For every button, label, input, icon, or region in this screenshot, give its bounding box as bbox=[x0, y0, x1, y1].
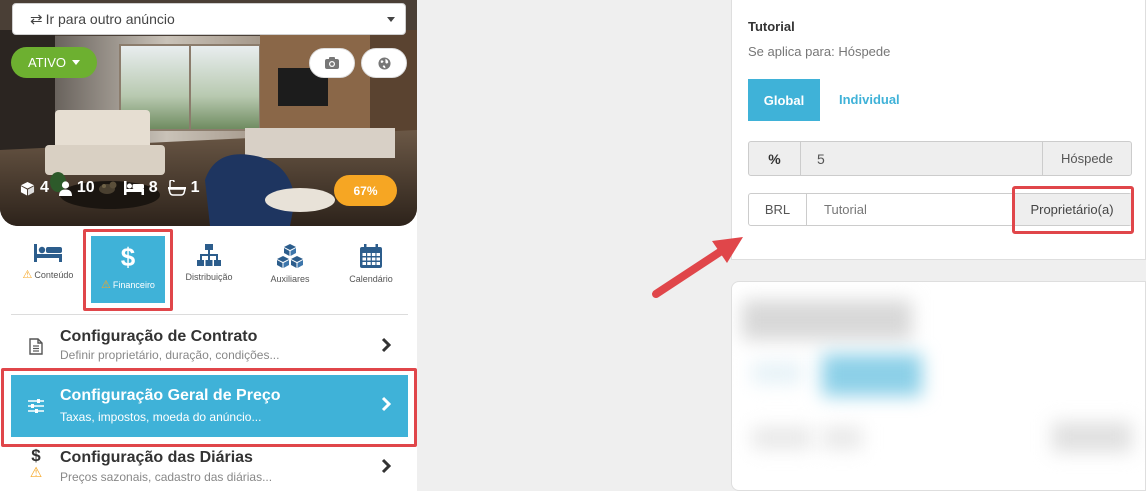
guests-stat: 10 bbox=[58, 179, 95, 197]
tab-label: Calendário bbox=[349, 274, 393, 284]
bed-icon bbox=[123, 181, 144, 195]
menu-item-description: Preços sazonais, cadastro das diárias... bbox=[60, 470, 273, 484]
dog-icon bbox=[98, 181, 117, 194]
swap-icon: ⇄ bbox=[30, 11, 43, 28]
bathrooms-count: 1 bbox=[190, 179, 200, 196]
beds-count: 8 bbox=[148, 179, 158, 196]
warning-icon: ⚠ bbox=[22, 269, 33, 281]
menu-item-description: Definir proprietário, duração, condições… bbox=[60, 348, 280, 362]
listing-stats: 4 10 8 1 bbox=[20, 179, 210, 197]
tax-detail-panel: Tutorial Se aplica para: Hóspede Global … bbox=[731, 0, 1146, 260]
beds-stat: 8 bbox=[123, 179, 158, 197]
scope-global-button[interactable]: Global bbox=[748, 79, 820, 121]
user-icon bbox=[58, 180, 72, 196]
percentage-target-addon: Hóspede bbox=[1042, 142, 1131, 175]
bedrooms-stat: 4 bbox=[20, 179, 49, 197]
tab-conteudo[interactable]: ⚠ Conteúdo bbox=[8, 230, 88, 306]
chevron-right-icon bbox=[381, 458, 391, 474]
cubes-icon bbox=[277, 244, 303, 268]
tab-distribuicao[interactable]: Distribuição bbox=[169, 230, 249, 306]
status-dropdown-button[interactable]: ATIVO bbox=[11, 47, 97, 78]
tab-calendario[interactable]: Calendário bbox=[331, 230, 411, 306]
listing-cover-photo: ⇄ Ir para outro anúncio ATIVO 4 10 8 1 6… bbox=[0, 0, 417, 226]
guests-count: 10 bbox=[76, 179, 95, 196]
tab-label: Auxiliares bbox=[270, 274, 310, 284]
cube-icon bbox=[20, 181, 35, 196]
camera-icon bbox=[325, 57, 339, 69]
blurred-card bbox=[731, 281, 1146, 491]
photos-button[interactable] bbox=[309, 48, 355, 78]
percent-addon: % bbox=[749, 142, 801, 175]
dollar-icon: $ bbox=[31, 446, 41, 465]
currency-addon: BRL bbox=[749, 194, 807, 225]
bedrooms-count: 4 bbox=[40, 179, 49, 196]
public-page-button[interactable] bbox=[361, 48, 407, 78]
menu-item-title: Configuração das Diárias bbox=[60, 449, 253, 466]
listing-sidebar: ⇄ Ir para outro anúncio ATIVO 4 10 8 1 6… bbox=[0, 0, 417, 491]
chevron-down-icon bbox=[387, 16, 395, 22]
caret-down-icon bbox=[72, 60, 81, 65]
menu-item-daily-rates[interactable]: $ ⚠ Configuração das Diárias Preços sazo… bbox=[11, 444, 408, 491]
chevron-right-icon bbox=[381, 337, 391, 353]
bathrooms-stat: 1 bbox=[167, 179, 200, 197]
tutorial-highlight-financeiro bbox=[83, 229, 173, 311]
dollar-warning-icon: $ ⚠ bbox=[26, 446, 46, 486]
menu-item-title: Configuração de Contrato bbox=[60, 328, 258, 345]
tutorial-arrow bbox=[652, 237, 743, 298]
document-icon bbox=[26, 336, 46, 356]
applies-to-text: Se aplica para: Hóspede bbox=[748, 44, 891, 59]
percentage-field[interactable]: 5 bbox=[801, 142, 1042, 175]
globe-icon bbox=[377, 56, 391, 70]
bed-icon bbox=[34, 244, 62, 262]
tab-label: Distribuição bbox=[185, 272, 233, 282]
bathtub-icon bbox=[167, 180, 186, 196]
percentage-input-group: % 5 Hóspede bbox=[748, 141, 1132, 176]
tutorial-highlight-price-settings bbox=[1, 368, 417, 447]
warning-icon: ⚠ bbox=[29, 464, 43, 480]
tax-name-field[interactable]: Tutorial bbox=[807, 194, 1012, 225]
divider bbox=[11, 314, 408, 315]
pets-stat bbox=[97, 180, 122, 196]
tab-auxiliares[interactable]: Auxiliares bbox=[250, 230, 330, 306]
scope-individual-button[interactable]: Individual bbox=[839, 92, 900, 107]
sitemap-icon bbox=[197, 244, 221, 266]
listing-section-tabs: ⚠ Conteúdo $ ⚠ Financeiro Distribuição A… bbox=[0, 230, 417, 310]
tab-label: Conteúdo bbox=[34, 269, 74, 280]
listing-selector-label: Ir para outro anúncio bbox=[45, 11, 175, 27]
listing-selector-dropdown[interactable]: ⇄ Ir para outro anúncio bbox=[12, 3, 406, 35]
calendar-icon bbox=[360, 244, 382, 268]
tutorial-highlight-payer bbox=[1012, 186, 1134, 234]
status-label: ATIVO bbox=[27, 55, 67, 70]
tax-title: Tutorial bbox=[748, 19, 795, 34]
completion-badge: 67% bbox=[334, 175, 397, 206]
